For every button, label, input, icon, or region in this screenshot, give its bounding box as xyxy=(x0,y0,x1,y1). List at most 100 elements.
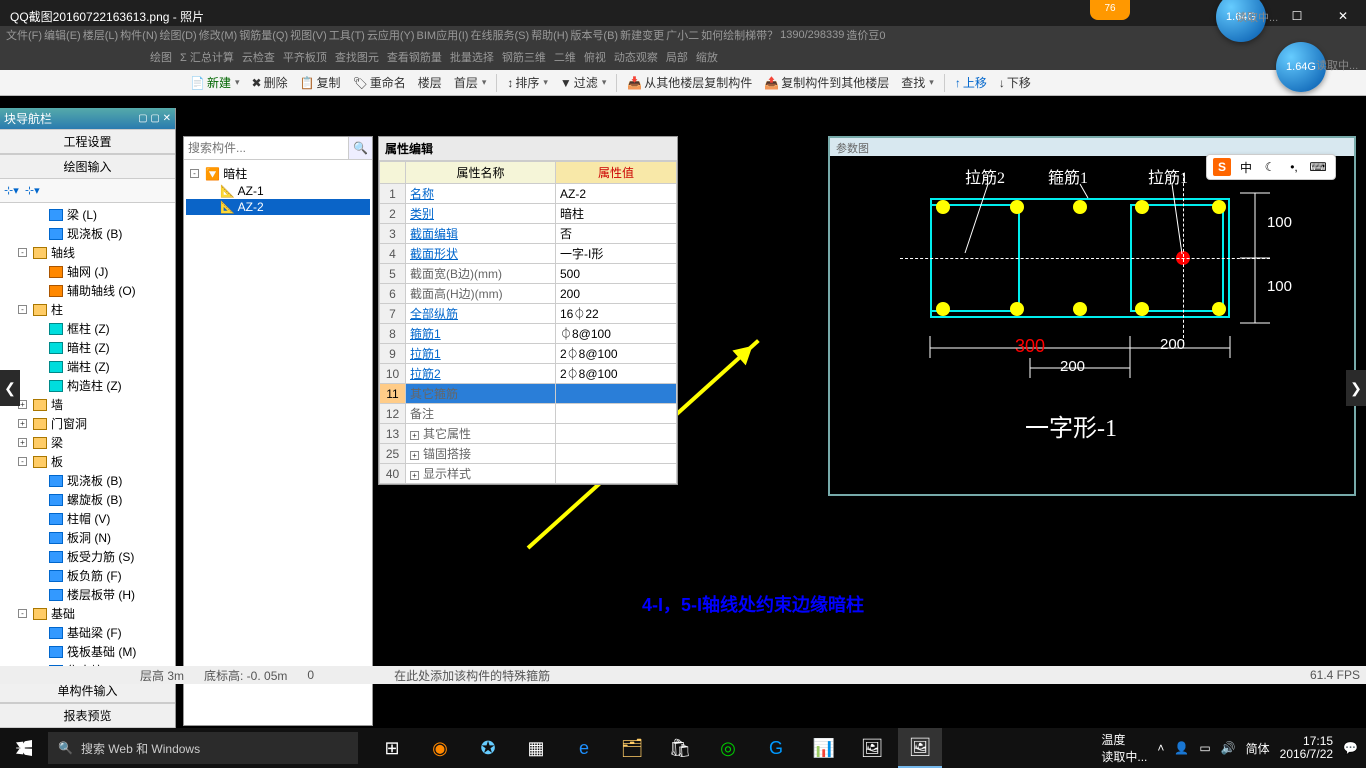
search-icon[interactable]: 🔍 xyxy=(348,137,372,159)
menu-item[interactable]: 1390/298339 xyxy=(780,29,844,41)
ime-keyboard-icon[interactable]: ⌨ xyxy=(1309,158,1327,176)
toolbar-item[interactable]: Σ 汇总计算 xyxy=(180,49,234,65)
tray-lang[interactable]: 简体 xyxy=(1246,740,1270,757)
tree-item[interactable]: 板负筋 (F) xyxy=(0,566,175,585)
component-tree[interactable]: 梁 (L)现浇板 (B)-轴线轴网 (J)辅助轴线 (O)-柱框柱 (Z)暗柱 … xyxy=(0,203,175,723)
prop-row[interactable]: 12备注 xyxy=(380,404,677,424)
prop-row[interactable]: 7全部纵筋16⏀22 xyxy=(380,304,677,324)
tray-people-icon[interactable]: 👤 xyxy=(1174,741,1189,755)
toolbar-item[interactable]: 批量选择 xyxy=(450,49,494,65)
prop-row[interactable]: 8箍筋1⏀8@100 xyxy=(380,324,677,344)
tree-item[interactable]: +门窗洞 xyxy=(0,414,175,433)
ime-moon-icon[interactable]: ☾ xyxy=(1261,158,1279,176)
sort-button[interactable]: ↕ 排序▾ xyxy=(503,73,552,92)
tree-item[interactable]: -基础 xyxy=(0,604,175,623)
prop-row[interactable]: 1名称AZ-2 xyxy=(380,184,677,204)
prop-row[interactable]: 4截面形状一字-I形 xyxy=(380,244,677,264)
toolbar-item[interactable]: 查看钢筋量 xyxy=(387,49,442,65)
menu-item[interactable]: 新建变更 xyxy=(620,27,664,43)
tree-item[interactable]: 现浇板 (B) xyxy=(0,224,175,243)
prop-row[interactable]: 2类别暗柱 xyxy=(380,204,677,224)
instance-tree[interactable]: -🔽 暗柱📐 AZ-1📐 AZ-2 xyxy=(184,160,372,219)
copy-from-button[interactable]: 📥 从其他楼层复制构件 xyxy=(623,73,756,92)
toolbar-item[interactable]: 局部 xyxy=(666,49,688,65)
menu-item[interactable]: 楼层(L) xyxy=(83,27,118,43)
app-icon-2[interactable]: ✪ xyxy=(466,728,510,768)
new-button[interactable]: 📄 新建▾ xyxy=(186,73,244,92)
menu-item[interactable]: 工具(T) xyxy=(329,27,365,43)
tree-item[interactable]: -板 xyxy=(0,452,175,471)
menu-item[interactable]: 云应用(Y) xyxy=(367,27,415,43)
delete-button[interactable]: ✖ 删除 xyxy=(248,73,292,92)
explorer-icon[interactable]: 🗂 xyxy=(610,728,654,768)
move-down-button[interactable]: ↓ 下移 xyxy=(995,73,1035,92)
menu-item[interactable]: 编辑(E) xyxy=(44,27,81,43)
copy-to-button[interactable]: 📤 复制构件到其他楼层 xyxy=(760,73,893,92)
search-input[interactable] xyxy=(184,137,348,159)
tree-item[interactable]: 柱帽 (V) xyxy=(0,509,175,528)
tree-root[interactable]: -🔽 暗柱 xyxy=(186,164,370,183)
photos-taskbar-icon[interactable]: 🖼 xyxy=(898,728,942,768)
menu-item[interactable]: 造价豆0 xyxy=(846,27,885,43)
tree-item[interactable]: 螺旋板 (B) xyxy=(0,490,175,509)
rename-button[interactable]: 🏷 重命名 xyxy=(349,73,410,92)
tree-leaf[interactable]: 📐 AZ-2 xyxy=(186,199,370,215)
tray-volume-icon[interactable]: 🔊 xyxy=(1221,741,1236,755)
prop-row[interactable]: 11其它箍筋 xyxy=(380,384,677,404)
move-up-button[interactable]: ↑ 上移 xyxy=(951,73,991,92)
menu-item[interactable]: 绘图(D) xyxy=(159,27,196,43)
menu-item[interactable]: 如何绘制梯带？ xyxy=(701,27,778,43)
floor-select[interactable]: 首层▾ xyxy=(450,73,491,92)
toolbar-item[interactable]: 平齐板顶 xyxy=(283,49,327,65)
props-table[interactable]: 属性名称属性值 1名称AZ-22类别暗柱3截面编辑否4截面形状一字-I形5截面宽… xyxy=(379,161,677,484)
prop-row[interactable]: 3截面编辑否 xyxy=(380,224,677,244)
app-icon-4[interactable]: ◎ xyxy=(706,728,750,768)
prop-row[interactable]: 9拉筋12⏀8@100 xyxy=(380,344,677,364)
copy-button[interactable]: 📋 复制 xyxy=(296,73,345,92)
toolbar-item[interactable]: 动态观察 xyxy=(614,49,658,65)
menu-item[interactable]: BIM应用(I) xyxy=(417,27,469,43)
menu-item[interactable]: 在线服务(S) xyxy=(470,27,529,43)
windows-taskbar[interactable]: 🔍 搜索 Web 和 Windows ⊞ ◉ ✪ ▦ e 🗂 🛍 ◎ G 📊 🖼… xyxy=(0,728,1366,768)
tray-clock[interactable]: 17:152016/7/22 xyxy=(1280,735,1333,761)
prop-row[interactable]: 25+锚固搭接 xyxy=(380,444,677,464)
tray-battery-icon[interactable]: ▭ xyxy=(1199,741,1210,755)
toolbar-item[interactable]: 缩放 xyxy=(696,49,718,65)
section-draw-input[interactable]: 绘图输入 xyxy=(0,154,175,179)
prop-row[interactable]: 10拉筋22⏀8@100 xyxy=(380,364,677,384)
menu-item[interactable]: 修改(M) xyxy=(199,27,238,43)
tree-item[interactable]: 端柱 (Z) xyxy=(0,357,175,376)
menu-item[interactable]: 文件(F) xyxy=(6,27,42,43)
sogou-icon[interactable]: S xyxy=(1213,158,1231,176)
store-icon[interactable]: 🛍 xyxy=(658,728,702,768)
tree-item[interactable]: 梁 (L) xyxy=(0,205,175,224)
find-button[interactable]: 查找▾ xyxy=(897,73,938,92)
toolbar-item[interactable]: 二维 xyxy=(554,49,576,65)
system-tray[interactable]: 温度读取中... ˄ 👤 ▭ 🔊 简体 17:152016/7/22 💬 xyxy=(1101,731,1366,765)
tray-notifications-icon[interactable]: 💬 xyxy=(1343,741,1358,755)
prev-photo-button[interactable]: ❮ xyxy=(0,370,20,406)
section-project[interactable]: 工程设置 xyxy=(0,129,175,154)
taskview-icon[interactable]: ⊞ xyxy=(370,728,414,768)
prop-row[interactable]: 40+显示样式 xyxy=(380,464,677,484)
ime-toolbar[interactable]: S 中 ☾ •, ⌨ xyxy=(1206,154,1336,180)
tray-chevron-icon[interactable]: ˄ xyxy=(1157,741,1164,755)
menu-item[interactable]: 钢筋量(Q) xyxy=(239,27,288,43)
toolbar-item[interactable]: 钢筋三维 xyxy=(502,49,546,65)
ime-punct-icon[interactable]: •, xyxy=(1285,158,1303,176)
tree-item[interactable]: 辅助轴线 (O) xyxy=(0,281,175,300)
prop-row[interactable]: 5截面宽(B边)(mm)500 xyxy=(380,264,677,284)
toolbar-item[interactable]: 云检查 xyxy=(242,49,275,65)
filter-button[interactable]: ▼ 过滤▾ xyxy=(556,73,610,92)
toolbar-item[interactable]: 绘图 xyxy=(150,49,172,65)
tree-item[interactable]: 构造柱 (Z) xyxy=(0,376,175,395)
tree-item[interactable]: 现浇板 (B) xyxy=(0,471,175,490)
prop-row[interactable]: 6截面高(H边)(mm)200 xyxy=(380,284,677,304)
next-photo-button[interactable]: ❯ xyxy=(1346,370,1366,406)
menu-item[interactable]: 帮助(H) xyxy=(531,27,568,43)
app-icon-3[interactable]: ▦ xyxy=(514,728,558,768)
tree-item[interactable]: -轴线 xyxy=(0,243,175,262)
tree-item[interactable]: 板洞 (N) xyxy=(0,528,175,547)
tree-item[interactable]: 框柱 (Z) xyxy=(0,319,175,338)
tree-item[interactable]: 板受力筋 (S) xyxy=(0,547,175,566)
